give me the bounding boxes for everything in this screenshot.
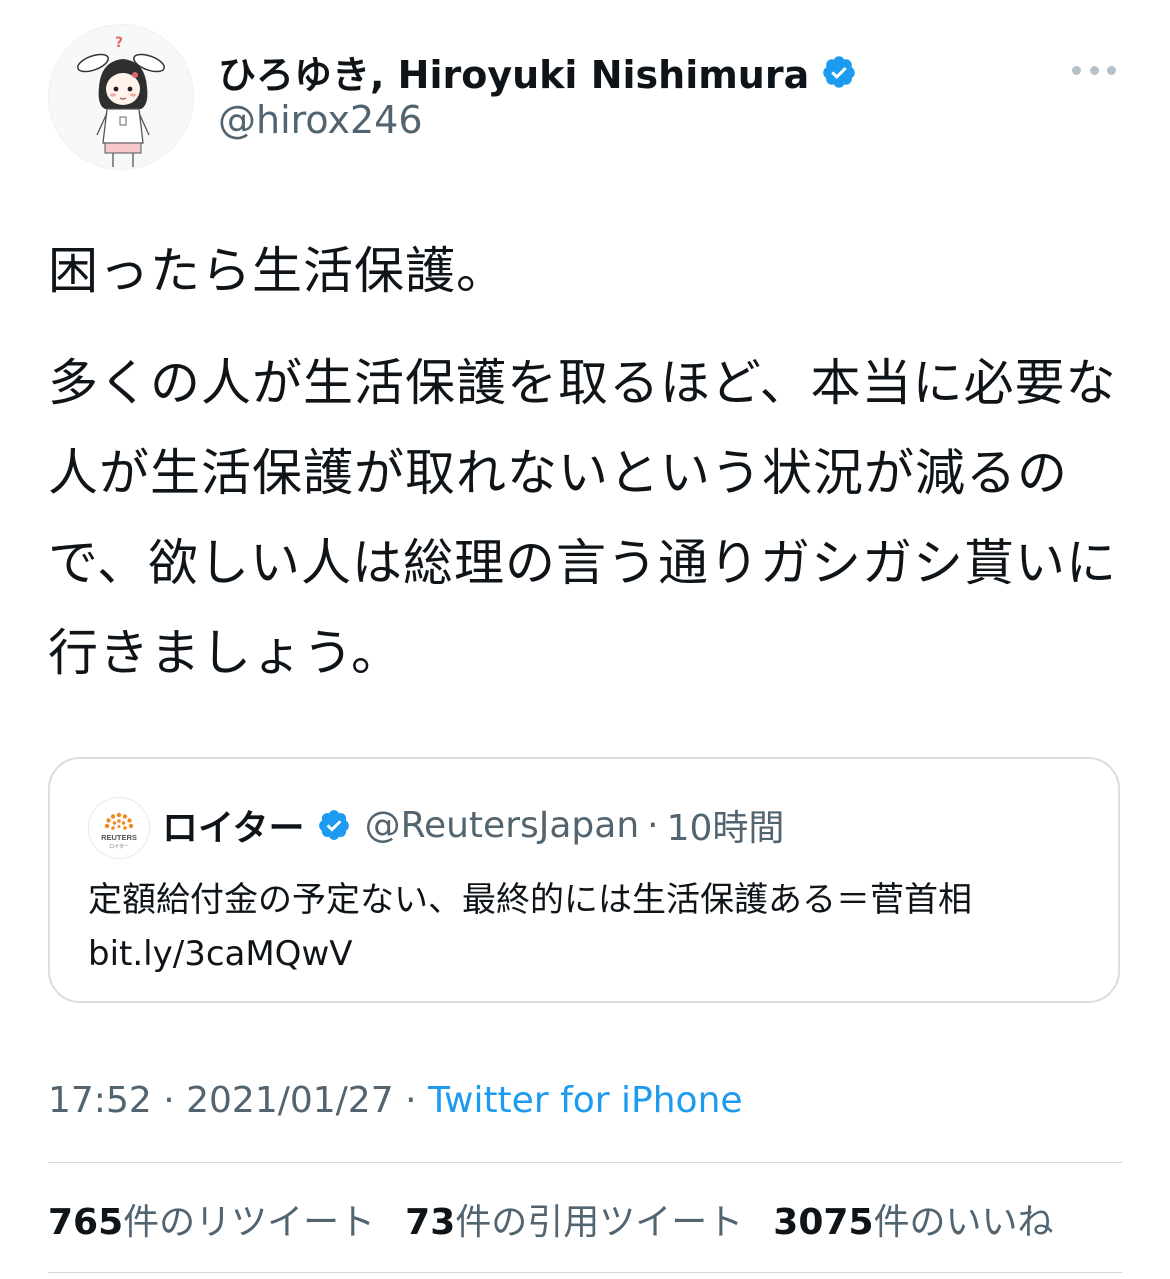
verified-badge-icon bbox=[821, 54, 857, 90]
tweet-paragraph-2: 多くの人が生活保護を取るほど、本当に必要な人が生活保護が取れないという状況が減る… bbox=[48, 354, 1117, 682]
author-display-name[interactable]: ひろゆき, Hiroyuki Nishimura bbox=[218, 44, 809, 99]
tweet-detail: ? ひろゆき, Hiroyuki Nishimura @hirox246 困った… bbox=[0, 0, 1170, 1279]
divider bbox=[48, 1272, 1122, 1273]
quoted-tweet-card[interactable]: REUTERS ロイター ロイター @ReutersJapan · 10時間 定… bbox=[48, 757, 1120, 1003]
quote-tweets-stat[interactable]: 73件の引用ツイート bbox=[405, 1193, 743, 1245]
author-avatar[interactable]: ? bbox=[48, 24, 194, 170]
tweet-paragraph-1: 困ったら生活保護。 bbox=[48, 242, 507, 300]
avatar-illustration: ? bbox=[77, 35, 165, 167]
tweet-date[interactable]: 2021/01/27 bbox=[186, 1080, 394, 1121]
meta-separator: · bbox=[163, 1080, 175, 1121]
likes-label: 件のいいね bbox=[873, 1202, 1054, 1243]
quoted-time: 10時間 bbox=[666, 808, 785, 849]
quoted-author-avatar: REUTERS ロイター bbox=[88, 797, 150, 859]
quoted-handle: @ReutersJapan bbox=[364, 804, 640, 846]
quote-tweets-label: 件の引用ツイート bbox=[455, 1202, 744, 1243]
svg-text:REUTERS: REUTERS bbox=[101, 833, 137, 842]
svg-text:ロイター: ロイター bbox=[109, 843, 129, 850]
meta-separator: · bbox=[405, 1080, 417, 1121]
retweets-stat[interactable]: 765件のリツイート bbox=[48, 1193, 375, 1245]
author-handle[interactable]: @hirox246 bbox=[218, 98, 423, 142]
retweets-label: 件のリツイート bbox=[123, 1202, 376, 1243]
quoted-separator: · bbox=[647, 804, 659, 846]
svg-text:?: ? bbox=[115, 35, 123, 51]
quoted-tweet-text: 定額給付金の予定ない、最終的には生活保護ある＝菅首相 bit.ly/3caMQw… bbox=[88, 880, 972, 974]
tweet-time[interactable]: 17:52 bbox=[48, 1080, 152, 1121]
more-dot bbox=[1089, 65, 1099, 75]
verified-badge-icon bbox=[317, 808, 351, 842]
likes-count: 3075 bbox=[773, 1202, 874, 1243]
retweets-count: 765 bbox=[48, 1202, 124, 1243]
likes-stat[interactable]: 3075件のいいね bbox=[773, 1193, 1053, 1245]
tweet-source-link[interactable]: Twitter for iPhone bbox=[428, 1080, 743, 1121]
tweet-meta: 17:52 · 2021/01/27 · Twitter for iPhone bbox=[48, 1080, 743, 1121]
quoted-display-name: ロイター bbox=[162, 808, 305, 849]
more-dot bbox=[1072, 65, 1081, 75]
quote-tweets-count: 73 bbox=[405, 1202, 456, 1243]
more-horizontal-icon[interactable] bbox=[1072, 58, 1116, 82]
reuters-logo-icon: REUTERS ロイター bbox=[101, 812, 137, 850]
tweet-stats: 765件のリツイート 73件の引用ツイート 3075件のいいね bbox=[48, 1193, 1084, 1245]
more-dot bbox=[1107, 65, 1116, 75]
author-name-row[interactable]: ひろゆき, Hiroyuki Nishimura bbox=[218, 44, 857, 99]
divider bbox=[48, 1162, 1122, 1163]
quoted-tweet-header: ロイター @ReutersJapan · 10時間 bbox=[162, 799, 784, 851]
